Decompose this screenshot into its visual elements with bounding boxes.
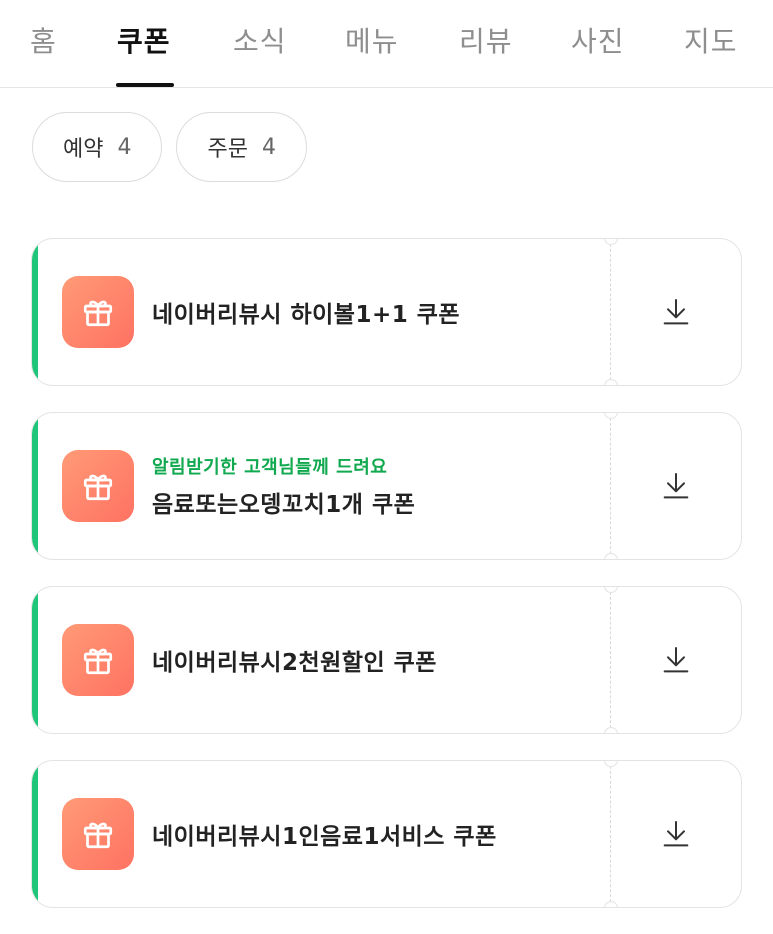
coupon-title: 음료또는오뎅꼬치1개 쿠폰 [152,492,416,518]
tab-bar: 홈 쿠폰 소식 메뉴 리뷰 사진 지도 [0,0,773,88]
coupon-notch [604,727,618,733]
coupon-card: 네이버리뷰시2천원할인 쿠폰 [31,586,742,734]
coupon-divider [610,587,611,733]
tab-coupon[interactable]: 쿠폰 [117,20,171,60]
tab-news[interactable]: 소식 [233,20,287,60]
filter-chip-label: 주문 [207,137,248,162]
tab-home[interactable]: 홈 [30,20,57,60]
coupon-title: 네이버리뷰시 하이볼1+1 쿠폰 [152,302,461,328]
coupon-title: 네이버리뷰시1인음료1서비스 쿠폰 [152,824,497,850]
filter-chip-count: 4 [261,134,276,160]
download-button[interactable] [611,413,741,559]
coupon-card: 네이버리뷰시1인음료1서비스 쿠폰 [31,760,742,908]
coupon-notch [604,379,618,385]
tab-reviews[interactable]: 리뷰 [459,20,513,60]
coupon-notch [604,553,618,559]
filter-chips: 예약 4 주문 4 [32,112,307,182]
tab-map[interactable]: 지도 [684,20,738,60]
coupon-divider [610,761,611,907]
coupon-card: 네이버리뷰시 하이볼1+1 쿠폰 [31,238,742,386]
active-tab-indicator [116,83,174,87]
filter-chip-label: 예약 [63,137,104,162]
filter-chip-count: 4 [117,134,132,160]
coupon-card: 알림받기한 고객님들께 드려요 음료또는오뎅꼬치1개 쿠폰 [31,412,742,560]
coupon-title: 네이버리뷰시2천원할인 쿠폰 [152,650,437,676]
gift-icon [62,276,134,348]
filter-chip-order[interactable]: 주문 4 [176,112,307,182]
gift-icon [62,798,134,870]
coupon-list: 네이버리뷰시 하이볼1+1 쿠폰 알림받기한 고객님들께 드려요 음료또는오뎅꼬… [31,238,742,934]
download-icon [663,647,689,673]
gift-icon [62,450,134,522]
download-icon [663,821,689,847]
coupon-notch [604,901,618,907]
download-icon [663,299,689,325]
coupon-divider [610,413,611,559]
gift-icon [62,624,134,696]
download-button[interactable] [611,761,741,907]
coupon-divider [610,239,611,385]
tab-menu[interactable]: 메뉴 [345,20,399,60]
download-button[interactable] [611,587,741,733]
tab-photos[interactable]: 사진 [571,20,625,60]
filter-chip-reservation[interactable]: 예약 4 [32,112,163,182]
download-icon [663,473,689,499]
coupon-subtitle: 알림받기한 고객님들께 드려요 [152,457,388,478]
download-button[interactable] [611,239,741,385]
